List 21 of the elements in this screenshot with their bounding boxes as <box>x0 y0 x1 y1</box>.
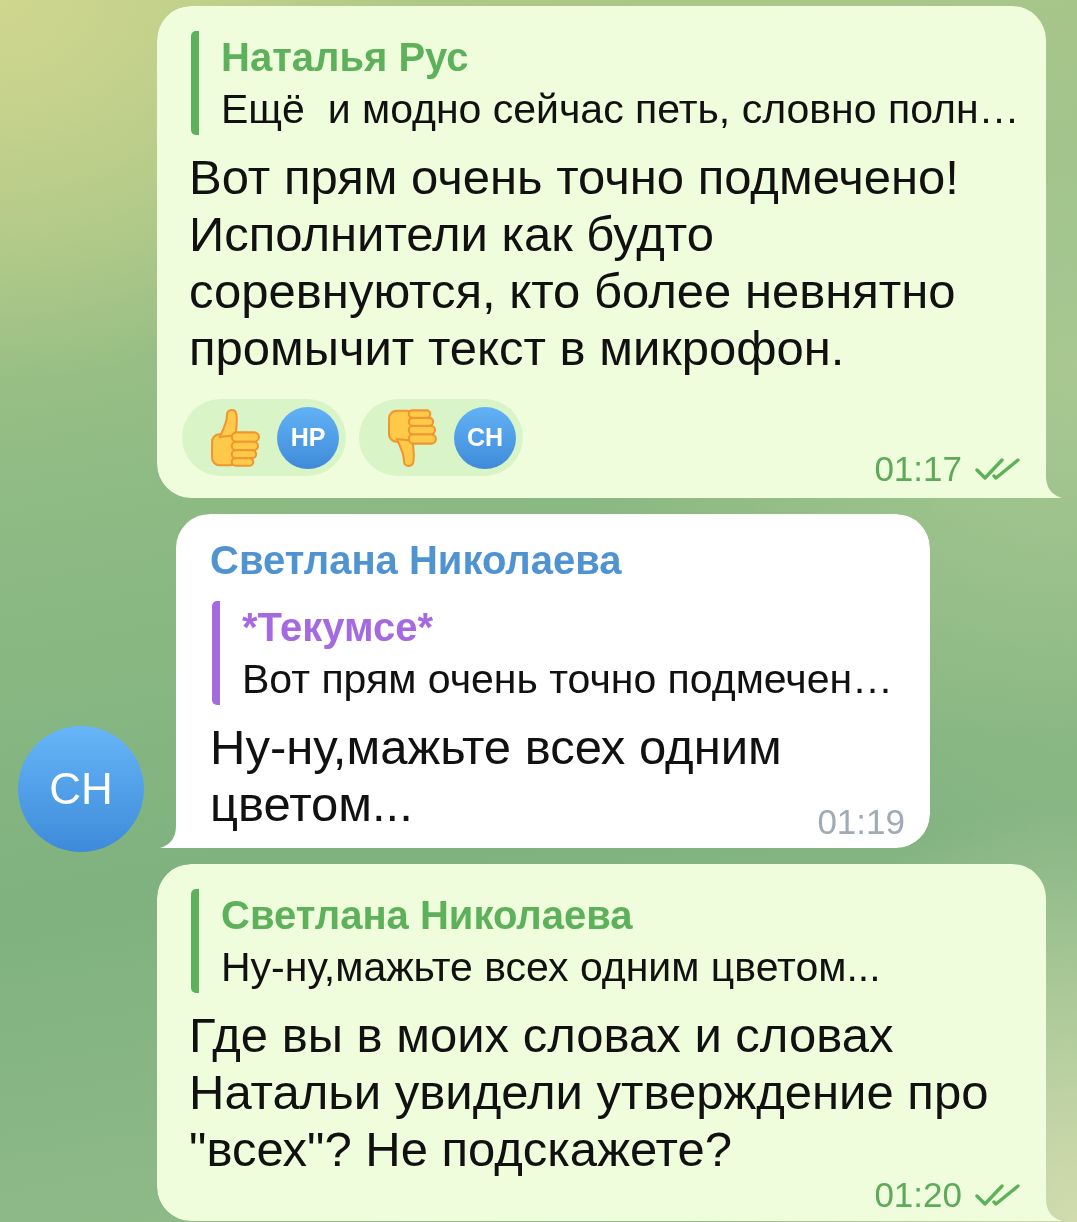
reply-author: *Текумсе* <box>242 604 434 651</box>
message-text: Вот прям очень точно подмечено! Исполнители как будто соревнуются, кто более невнятно промычит текст в микрофон. <box>189 150 959 375</box>
reply-quote[interactable]: Наталья Рус Ещё и модно сейчас петь, словно полн… <box>191 31 1021 135</box>
reply-text: Ну-ну,мажьте всех одним цветом... <box>221 943 881 992</box>
reaction-chip[interactable]: НР <box>182 399 346 476</box>
reply-quote[interactable]: *Текумсе* Вот прям очень точно подмечен… <box>212 601 905 705</box>
reply-author: Светлана Николаева <box>221 892 633 939</box>
reply-text: Ещё и модно сейчас петь, словно полн… <box>221 85 1020 134</box>
sender-avatar[interactable]: СН <box>18 726 144 852</box>
reactor-avatar: НР <box>277 406 339 469</box>
reply-author: Наталья Рус <box>221 34 469 81</box>
message-time: 01:17 <box>874 451 962 487</box>
message-text: Ну-ну,мажьте всех одним цветом... <box>210 720 782 831</box>
reactor-avatar: СН <box>454 406 516 469</box>
reply-quote[interactable]: Светлана Николаева Ну-ну,мажьте всех одним цветом... <box>191 889 1021 993</box>
message-text: Где вы в моих словах и словах Натальи увидели утверждение про "всех"? Не подскажете? <box>189 1008 989 1176</box>
message-time: 01:19 <box>817 804 905 840</box>
message-time: 01:20 <box>874 1177 962 1213</box>
sender-name[interactable]: Светлана Николаева <box>210 535 622 585</box>
reply-text: Вот прям очень точно подмечен… <box>242 655 894 704</box>
reaction-chip[interactable]: СН <box>359 399 523 476</box>
